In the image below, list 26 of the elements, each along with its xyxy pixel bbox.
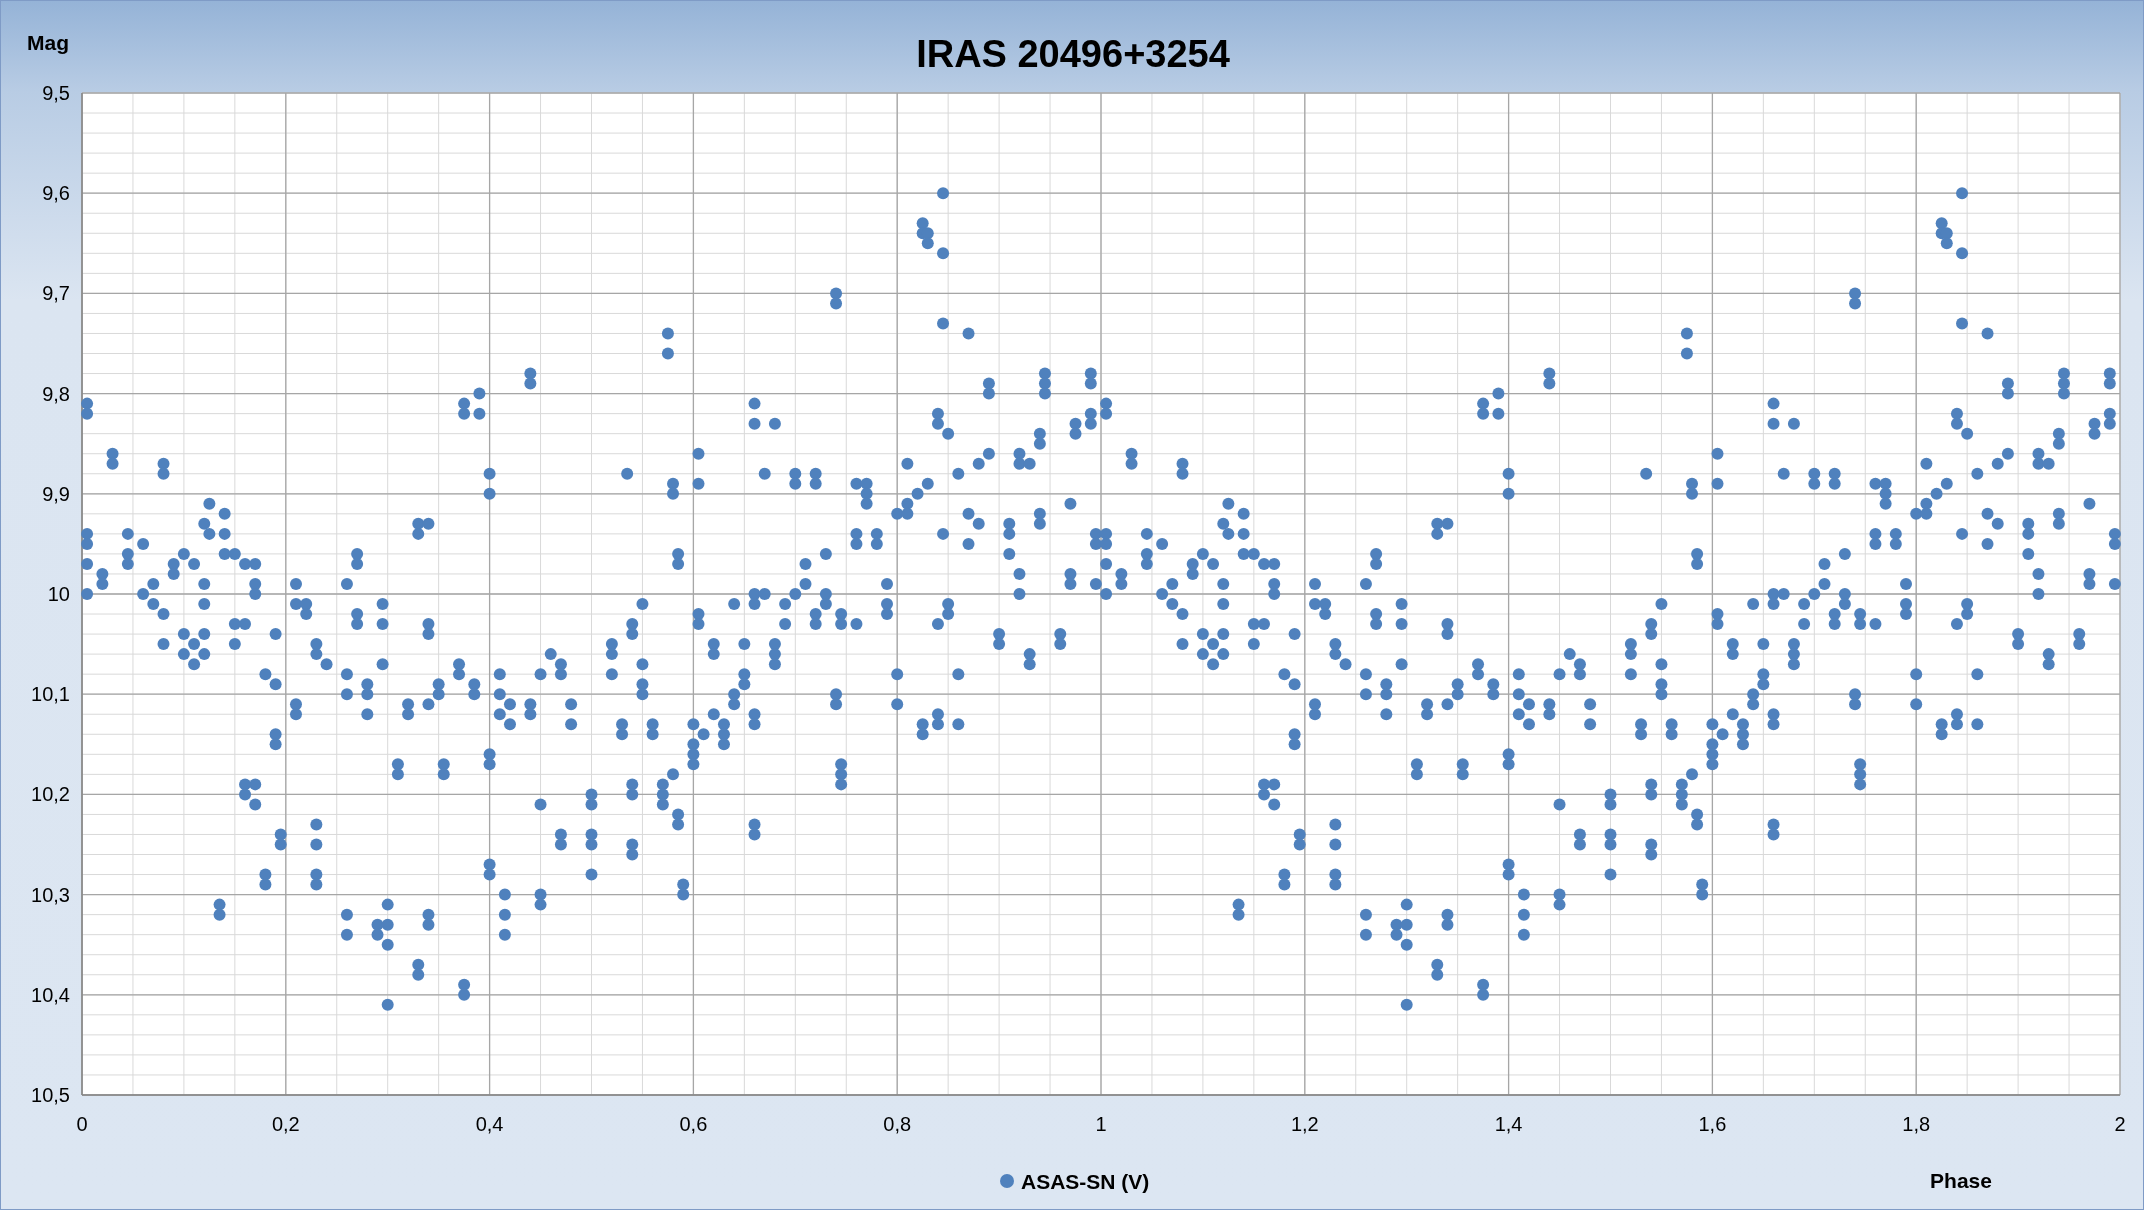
- tick-label: 0,8: [883, 1113, 912, 1135]
- tick-label: 10,3: [31, 883, 70, 906]
- tick-label: 10,5: [31, 1084, 70, 1106]
- tick-label: 1,6: [1698, 1113, 1727, 1135]
- tick-label: 0,2: [271, 1113, 300, 1135]
- tick-label: 0,4: [475, 1113, 504, 1135]
- tick-label: 10: [47, 583, 70, 605]
- tick-label: 10,2: [31, 783, 70, 806]
- tick-label: 9,7: [42, 282, 70, 305]
- tick-label: 1,4: [1494, 1113, 1523, 1135]
- tick-label: 0,6: [679, 1113, 708, 1135]
- legend-label: ASAS-SN (V): [1021, 1170, 1150, 1193]
- tick-label: 9,5: [42, 82, 70, 104]
- tick-label: 1,2: [1290, 1113, 1319, 1135]
- tick-label: 10,1: [31, 683, 70, 706]
- tick-label: 10,4: [31, 983, 70, 1006]
- tick-label: 9,9: [42, 482, 70, 505]
- tick-label: 1,8: [1902, 1113, 1931, 1135]
- chart-title: IRAS 20496+3254: [916, 33, 1230, 75]
- axis-label: Phase: [1930, 1169, 1992, 1192]
- tick-label: 9,6: [42, 182, 70, 205]
- tick-label: 1: [1095, 1113, 1107, 1135]
- tick-label: 9,8: [42, 382, 70, 405]
- tick-label: 0: [76, 1113, 88, 1135]
- axis-label: Mag: [27, 31, 69, 54]
- tick-label: 2: [2114, 1113, 2126, 1135]
